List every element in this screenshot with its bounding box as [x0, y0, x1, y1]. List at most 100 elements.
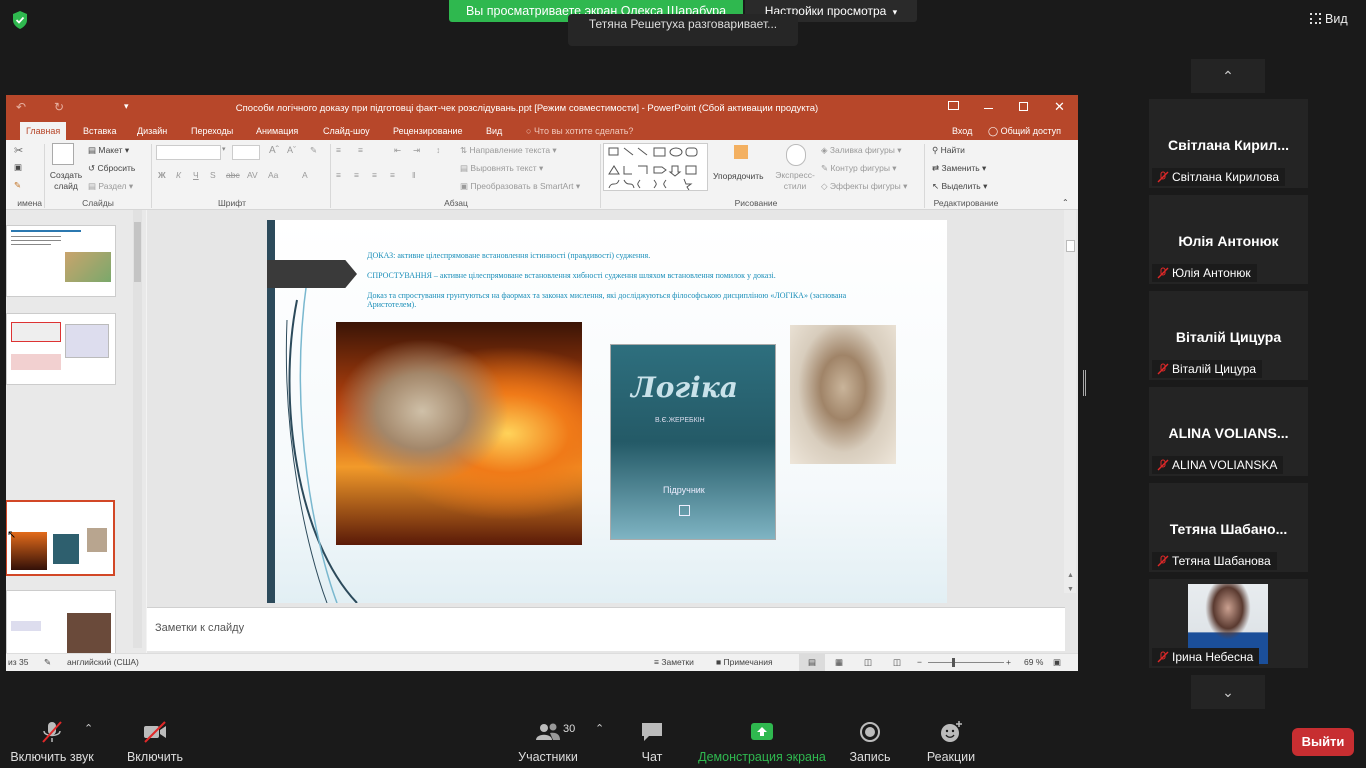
- strikethrough-icon[interactable]: abc: [226, 170, 240, 180]
- tab-slideshow[interactable]: Слайд-шоу: [317, 122, 376, 140]
- format-painter-icon[interactable]: ✎: [14, 180, 21, 191]
- bold-icon[interactable]: Ж: [158, 170, 166, 180]
- tab-review[interactable]: Рецензирование: [387, 122, 469, 140]
- zoom-slider[interactable]: [928, 658, 1004, 667]
- minimize-icon[interactable]: [984, 108, 993, 109]
- justify-icon[interactable]: ≡: [390, 170, 395, 180]
- fit-slide-icon[interactable]: ▣: [1053, 654, 1061, 671]
- participant-tile-video[interactable]: Ірина Небесна: [1149, 579, 1308, 668]
- gallery-scroll-down-button[interactable]: ⌄: [1191, 675, 1265, 709]
- section-button[interactable]: ▤ Раздел ▾: [88, 181, 133, 192]
- tab-design[interactable]: Дизайн: [131, 122, 173, 140]
- zoom-in-icon[interactable]: +: [1006, 654, 1011, 671]
- select-button[interactable]: ↖ Выделить ▾: [932, 181, 987, 192]
- start-video-button[interactable]: Включить видео: [108, 720, 202, 768]
- audio-options-chevron-icon[interactable]: ⌃: [84, 722, 93, 735]
- tell-me-search[interactable]: ○ Что вы хотите сделать?: [520, 122, 639, 140]
- participant-tile[interactable]: Віталій Цицура Віталій Цицура: [1149, 291, 1308, 380]
- new-slide-button[interactable]: Создать слайд: [49, 170, 83, 192]
- maximize-icon[interactable]: [1019, 102, 1028, 111]
- shape-effects-button[interactable]: ◇ Эффекты фигуры ▾: [821, 181, 907, 192]
- prev-slide-icon[interactable]: ▲: [1067, 572, 1074, 579]
- font-color-icon[interactable]: A: [302, 170, 308, 180]
- tab-animation[interactable]: Анимация: [250, 122, 304, 140]
- chat-button[interactable]: Чат: [634, 720, 670, 764]
- editor-scrollbar[interactable]: [1064, 210, 1076, 593]
- view-mode-button[interactable]: Вид: [1310, 8, 1358, 30]
- shapes-gallery[interactable]: [603, 143, 708, 191]
- shadow-icon[interactable]: S: [210, 170, 216, 180]
- new-slide-icon[interactable]: [52, 143, 74, 165]
- normal-view-icon[interactable]: ▤: [799, 654, 825, 671]
- share-button[interactable]: ◯ Общий доступ: [982, 122, 1067, 140]
- bullets-icon[interactable]: ≡: [336, 145, 341, 155]
- unmute-button[interactable]: Включить звук: [8, 720, 96, 764]
- font-name-field[interactable]: [156, 145, 221, 160]
- shape-fill-button[interactable]: ◈ Заливка фигуры ▾: [821, 145, 901, 156]
- layout-button[interactable]: ▤ Макет ▾: [88, 145, 129, 156]
- arrange-icon[interactable]: [734, 145, 748, 159]
- share-screen-button[interactable]: Демонстрация экрана: [698, 720, 826, 764]
- current-slide[interactable]: ДОКАЗ: активне цілеспрямоване встановлен…: [267, 220, 947, 603]
- spell-check-icon[interactable]: ✎: [44, 654, 51, 671]
- participant-tile[interactable]: Тетяна Шабано... Тетяна Шабанова: [1149, 483, 1308, 572]
- decrease-font-icon[interactable]: Aˇ: [287, 145, 296, 155]
- line-spacing-icon[interactable]: ↕: [436, 145, 440, 155]
- participant-tile[interactable]: Світлана Кирил... Світлана Кирилова: [1149, 99, 1308, 188]
- slide-thumbnail-selected[interactable]: [6, 500, 115, 576]
- notes-pane[interactable]: Заметки к слайду: [147, 607, 1065, 651]
- find-button[interactable]: ⚲ Найти: [932, 145, 965, 156]
- sign-in-link[interactable]: Вход: [946, 122, 978, 140]
- increase-font-icon[interactable]: Aˆ: [269, 145, 279, 156]
- notes-toggle[interactable]: ≡ Заметки: [654, 654, 694, 671]
- align-right-icon[interactable]: ≡: [372, 170, 377, 180]
- reset-button[interactable]: ↺ Сбросить: [88, 163, 135, 174]
- leave-meeting-button[interactable]: Выйти: [1292, 728, 1354, 756]
- comments-toggle[interactable]: ■ Примечания: [716, 654, 773, 671]
- tab-home[interactable]: Главная: [20, 122, 67, 140]
- numbering-icon[interactable]: ≡: [358, 145, 363, 155]
- tab-transitions[interactable]: Переходы: [185, 122, 239, 140]
- font-name-dropdown-icon[interactable]: ▾: [222, 145, 226, 153]
- columns-icon[interactable]: ‖: [412, 170, 416, 180]
- tab-view[interactable]: Вид: [480, 122, 508, 140]
- collapse-ribbon-icon[interactable]: ⌃: [1062, 198, 1069, 207]
- slide-thumbnail[interactable]: [6, 590, 116, 662]
- close-icon[interactable]: ✕: [1054, 99, 1065, 115]
- slideshow-view-icon[interactable]: ◫: [893, 654, 901, 671]
- shape-outline-button[interactable]: ✎ Контур фигуры ▾: [821, 163, 897, 174]
- arrange-button[interactable]: Упорядочить: [713, 171, 764, 181]
- gallery-scroll-up-button[interactable]: ⌃: [1191, 59, 1265, 93]
- next-slide-icon[interactable]: ▼: [1067, 586, 1074, 593]
- sorter-view-icon[interactable]: ▦: [835, 654, 843, 671]
- zoom-out-icon[interactable]: −: [917, 654, 922, 671]
- spacing-icon[interactable]: AV: [247, 170, 258, 180]
- font-size-field[interactable]: [232, 145, 260, 160]
- clear-format-icon[interactable]: ✎: [310, 145, 317, 156]
- slide-thumbnail[interactable]: [6, 313, 116, 385]
- reactions-button[interactable]: Реакции: [926, 720, 976, 764]
- zoom-level[interactable]: 69 %: [1024, 654, 1043, 671]
- language-indicator[interactable]: английский (США): [67, 654, 139, 671]
- security-shield-icon[interactable]: [10, 10, 30, 30]
- panel-resize-handle[interactable]: [1083, 370, 1086, 396]
- copy-icon[interactable]: ▣: [14, 162, 22, 173]
- indent-increase-icon[interactable]: ⇥: [413, 145, 420, 156]
- change-case-icon[interactable]: Aa: [268, 170, 278, 180]
- ribbon-display-icon[interactable]: [948, 101, 959, 110]
- indent-decrease-icon[interactable]: ⇤: [394, 145, 401, 156]
- underline-icon[interactable]: Ч: [193, 170, 199, 180]
- quick-styles-button[interactable]: Экспресс-стили: [772, 170, 818, 192]
- quick-styles-icon[interactable]: [786, 144, 806, 166]
- smartart-button[interactable]: ▣ Преобразовать в SmartArt ▾: [460, 181, 580, 192]
- slide-thumbnail[interactable]: [6, 225, 116, 297]
- cut-icon[interactable]: ✂: [14, 144, 23, 157]
- participant-tile[interactable]: Юлія Антонюк Юлія Антонюк: [1149, 195, 1308, 284]
- align-text-button[interactable]: ▤ Выровнять текст ▾: [460, 163, 543, 174]
- align-left-icon[interactable]: ≡: [336, 170, 341, 180]
- italic-icon[interactable]: К: [176, 170, 181, 180]
- record-button[interactable]: Запись: [848, 720, 892, 764]
- participants-options-chevron-icon[interactable]: ⌃: [595, 722, 604, 735]
- align-center-icon[interactable]: ≡: [354, 170, 359, 180]
- replace-button[interactable]: ⇄ Заменить ▾: [932, 163, 986, 174]
